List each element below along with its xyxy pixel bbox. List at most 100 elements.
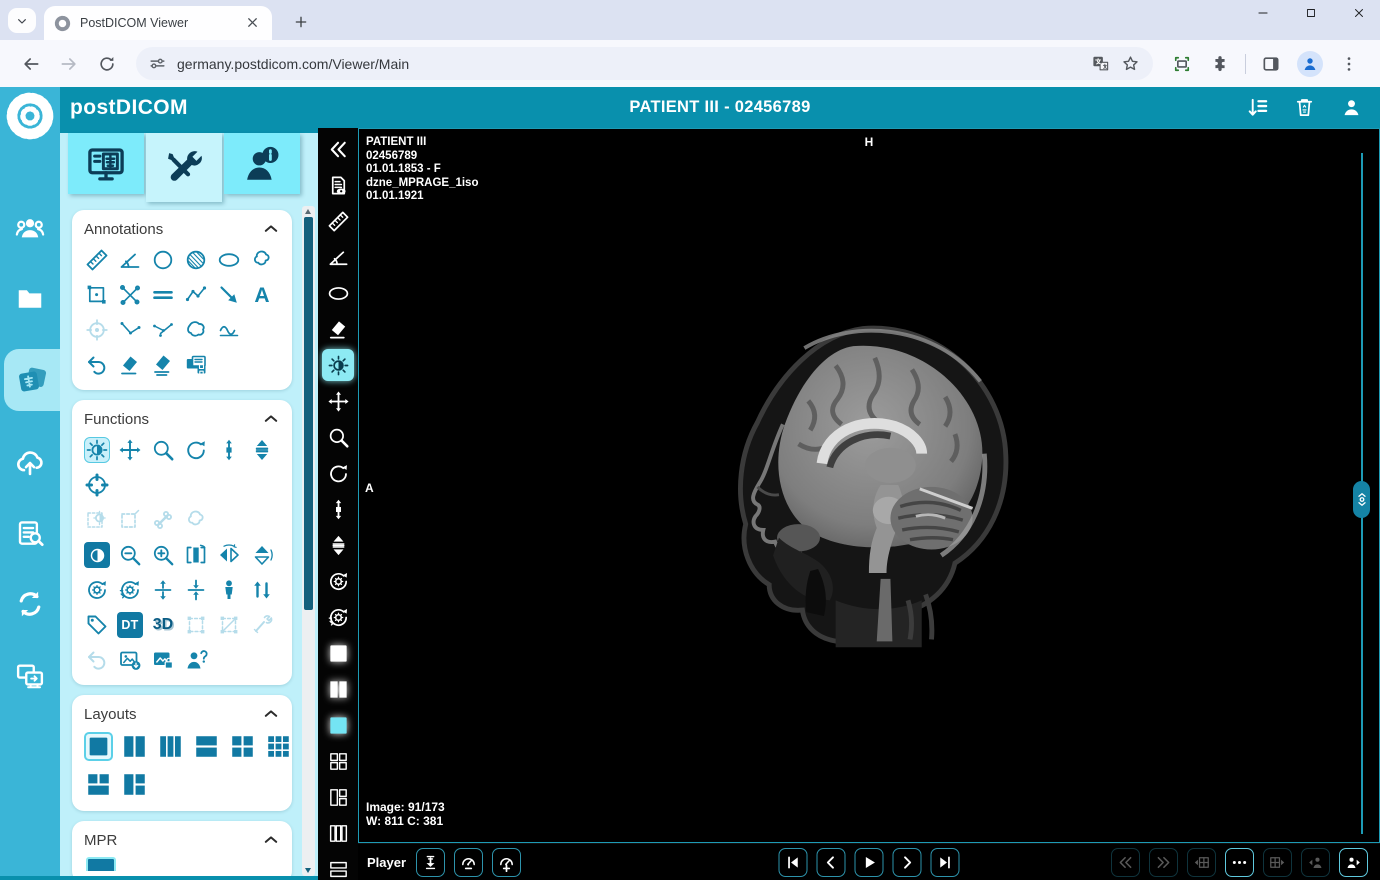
parallel-lines-tool[interactable] (150, 282, 176, 308)
mirror-horizontal-button[interactable] (216, 542, 242, 568)
rotate-button[interactable] (322, 457, 354, 489)
next-stage-button[interactable] (1263, 848, 1292, 877)
anonymous-patient-button[interactable] (183, 647, 209, 673)
flip-horizontal-button[interactable] (183, 542, 209, 568)
volume-3d-button[interactable]: 3D (150, 612, 176, 638)
translate-icon[interactable] (1091, 54, 1111, 74)
speed-up-button[interactable] (492, 848, 521, 877)
rail-item-upload[interactable] (10, 441, 51, 482)
report-preview-button[interactable] (322, 169, 354, 201)
layout-3x3-button[interactable] (264, 732, 293, 761)
mpr-layout-button[interactable] (86, 857, 116, 871)
localizer-tool[interactable] (84, 472, 110, 498)
reset-window-level-button[interactable] (322, 601, 354, 633)
rail-item-transfer[interactable] (10, 583, 51, 624)
side-panel-icon[interactable] (1259, 52, 1283, 76)
window-level-tool[interactable] (84, 437, 110, 463)
previous-series-button[interactable] (1111, 848, 1140, 877)
previous-image-button[interactable] (817, 848, 846, 877)
next-series-button[interactable] (1149, 848, 1178, 877)
polyline-tool[interactable] (183, 282, 209, 308)
shaded-circle-roi-tool[interactable] (183, 247, 209, 273)
scroll-tool[interactable] (216, 437, 242, 463)
window-maximize-button[interactable] (1300, 2, 1322, 24)
pan-button[interactable] (322, 385, 354, 417)
erase-annotation-button[interactable] (117, 352, 143, 378)
scrollbar-thumb[interactable] (304, 217, 313, 610)
first-image-button[interactable] (779, 848, 808, 877)
zoom-out-button[interactable] (117, 542, 143, 568)
panel-scrollbar[interactable] (302, 206, 315, 876)
zoom-tool[interactable] (150, 437, 176, 463)
tab-close-icon[interactable] (245, 15, 262, 32)
arrow-annotation-tool[interactable] (216, 282, 242, 308)
more-options-button[interactable] (1225, 848, 1254, 877)
delete-study-button[interactable] (1291, 95, 1317, 121)
angle-tool[interactable] (117, 247, 143, 273)
image-scroll-handle[interactable] (1353, 481, 1370, 518)
back-button[interactable] (19, 52, 43, 76)
series-layout-2x2-button[interactable] (322, 745, 354, 777)
zoom-button[interactable] (322, 421, 354, 453)
save-annotations-button[interactable] (183, 352, 209, 378)
tag-button[interactable] (84, 612, 110, 638)
ruler-tool-button[interactable] (322, 205, 354, 237)
rail-item-folders[interactable] (10, 278, 51, 319)
site-info-icon[interactable] (148, 54, 167, 73)
next-patient-button[interactable] (1339, 848, 1368, 877)
rotate-tool[interactable] (183, 437, 209, 463)
stack-scroll-button[interactable] (322, 529, 354, 561)
freehand-roi-tool[interactable] (249, 247, 275, 273)
window-minimize-button[interactable] (1252, 2, 1274, 24)
rail-item-patients[interactable] (10, 207, 51, 248)
layout-2top-1bottom-button[interactable] (84, 770, 113, 799)
tab-search-button[interactable] (8, 8, 36, 33)
circle-roi-tool[interactable] (150, 247, 176, 273)
layout-2x2-button[interactable] (228, 732, 257, 761)
export-image-button[interactable] (117, 647, 143, 673)
mri-sagittal-image[interactable] (689, 307, 1041, 659)
fit-vertical-button[interactable] (183, 577, 209, 603)
series-layout-1left-2right-button[interactable] (322, 781, 354, 813)
extensions-icon[interactable] (1208, 52, 1232, 76)
address-bar[interactable]: germany.postdicom.com/Viewer/Main (136, 47, 1153, 80)
window-level-button[interactable] (322, 349, 354, 381)
rail-item-remote-view[interactable] (10, 654, 51, 695)
screen-capture-icon[interactable] (1170, 52, 1194, 76)
viewport[interactable]: PATIENT III 02456789 01.01.1853 - F dzne… (358, 128, 1380, 843)
stack-scroll-tool[interactable] (249, 437, 275, 463)
pan-tool[interactable] (117, 437, 143, 463)
collapse-chevron-icon[interactable] (262, 220, 280, 238)
rail-item-images[interactable] (4, 349, 60, 411)
sort-order-button[interactable] (249, 577, 275, 603)
erase-all-annotations-button[interactable] (150, 352, 176, 378)
ellipse-roi-tool[interactable] (216, 247, 242, 273)
reload-button[interactable] (95, 52, 119, 76)
scroll-down-arrow[interactable] (305, 868, 311, 873)
tab-tools[interactable] (146, 133, 222, 202)
collapse-chevron-icon[interactable] (262, 705, 280, 723)
speed-down-button[interactable] (454, 848, 483, 877)
player-export-button[interactable] (416, 848, 445, 877)
reset-window-level-button[interactable] (117, 577, 143, 603)
layout-1left-2right-button[interactable] (120, 770, 149, 799)
scroll-up-arrow[interactable] (305, 209, 311, 214)
rail-item-worklist[interactable] (10, 512, 51, 553)
closed-region-tool[interactable] (183, 317, 209, 343)
collapse-panel-button[interactable] (322, 133, 354, 165)
undo-annotation-button[interactable] (84, 352, 110, 378)
eraser-tool-button[interactable] (322, 313, 354, 345)
previous-patient-button[interactable] (1301, 848, 1330, 877)
rectangle-roi-tool[interactable] (84, 282, 110, 308)
length-tool[interactable] (84, 247, 110, 273)
reset-image-button[interactable] (322, 565, 354, 597)
window-close-button[interactable] (1348, 2, 1370, 24)
invert-tool[interactable] (84, 542, 110, 568)
browser-menu-icon[interactable] (1337, 52, 1361, 76)
profile-avatar[interactable] (1297, 51, 1323, 77)
account-button[interactable] (1338, 95, 1364, 121)
open-angle-tool[interactable] (117, 317, 143, 343)
patient-orientation-button[interactable] (216, 577, 242, 603)
zoom-in-button[interactable] (150, 542, 176, 568)
mirror-vertical-button[interactable] (249, 542, 275, 568)
